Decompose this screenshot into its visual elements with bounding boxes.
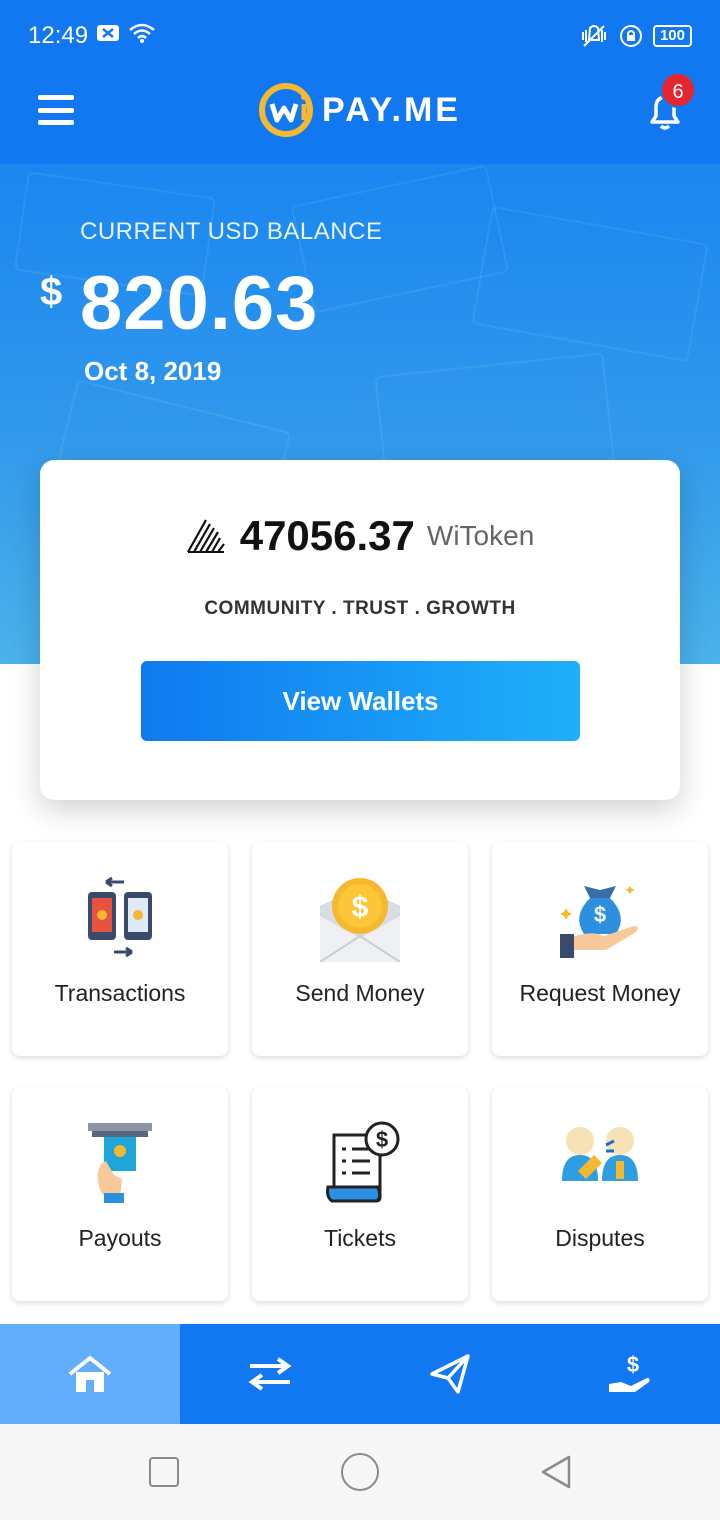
banknote-pattern — [471, 205, 709, 363]
token-card: 47056.37 WiToken COMMUNITY . TRUST . GRO… — [40, 460, 680, 800]
battery-indicator: 100 — [652, 25, 692, 47]
recent-apps-button[interactable] — [149, 1457, 179, 1487]
tile-request-money[interactable]: $ Request Money — [492, 842, 708, 1056]
token-unit: WiToken — [426, 520, 535, 551]
status-right-icons: 100 — [579, 24, 692, 48]
receive-money-icon: $ — [609, 1352, 650, 1392]
send-icon — [430, 1354, 470, 1394]
system-navigation-bar — [0, 1424, 720, 1520]
wi-logo-icon — [259, 83, 313, 137]
wifi-icon — [129, 23, 155, 43]
nav-send[interactable] — [360, 1324, 540, 1424]
nav-receive[interactable]: $ — [540, 1324, 720, 1424]
tile-label: Payouts — [78, 1225, 162, 1251]
menu-button[interactable] — [38, 92, 74, 128]
currency-symbol: $ — [40, 270, 63, 314]
rotation-lock-icon — [619, 25, 642, 47]
tile-send-money[interactable]: $ Send Money — [252, 842, 468, 1056]
tile-transactions[interactable]: Transactions — [12, 842, 228, 1056]
svg-text:$: $ — [376, 1127, 388, 1152]
balance-amount: 820.63 — [80, 261, 319, 346]
witoken-icon — [186, 519, 225, 553]
view-wallets-button[interactable]: View Wallets — [141, 661, 580, 741]
tile-tickets[interactable]: $ Tickets — [252, 1087, 468, 1301]
logo-text: PAY.ME — [322, 90, 461, 129]
menu-icon-bar — [38, 107, 74, 113]
token-value: 47056.37 — [239, 512, 415, 559]
home-icon — [68, 1356, 112, 1392]
disputes-icon — [562, 1127, 638, 1181]
notification-badge: 6 — [660, 72, 696, 108]
payouts-icon — [88, 1123, 152, 1203]
token-row: 47056.37 WiToken — [40, 512, 680, 560]
app-header: PAY.ME 6 — [0, 70, 720, 164]
balance-label: CURRENT USD BALANCE — [80, 218, 383, 245]
vibrate-icon — [581, 25, 606, 47]
tile-label: Tickets — [324, 1225, 396, 1251]
tile-disputes[interactable]: Disputes — [492, 1087, 708, 1301]
menu-icon-bar — [38, 95, 74, 100]
nav-transfer[interactable] — [180, 1324, 360, 1424]
tile-label: Send Money — [295, 980, 425, 1006]
tile-label: Transactions — [54, 980, 186, 1006]
menu-icon-bar — [38, 120, 74, 125]
notification-x-icon — [97, 25, 119, 41]
transfer-icon — [248, 1357, 292, 1391]
tile-label: Request Money — [519, 980, 681, 1006]
svg-text:$: $ — [594, 902, 606, 927]
balance-date: Oct 8, 2019 — [84, 356, 222, 386]
request-money-icon: $ — [560, 886, 638, 958]
status-bar: 12:49 100 — [0, 0, 720, 70]
nav-home[interactable] — [0, 1324, 180, 1424]
send-money-icon: $ — [320, 878, 400, 962]
back-icon[interactable] — [539, 1454, 573, 1490]
status-left-icons — [96, 22, 156, 44]
tile-label: Disputes — [555, 1225, 645, 1251]
token-tagline: COMMUNITY . TRUST . GROWTH — [204, 598, 516, 619]
app-logo: PAY.ME — [256, 80, 461, 140]
tile-payouts[interactable]: Payouts — [12, 1087, 228, 1301]
status-time: 12:49 — [28, 22, 89, 49]
home-system-button[interactable] — [341, 1453, 379, 1491]
transactions-icon — [88, 876, 152, 958]
bottom-navigation: $ — [0, 1324, 720, 1424]
svg-text:$: $ — [352, 891, 369, 924]
svg-text:$: $ — [627, 1352, 639, 1377]
tickets-icon: $ — [326, 1121, 400, 1203]
